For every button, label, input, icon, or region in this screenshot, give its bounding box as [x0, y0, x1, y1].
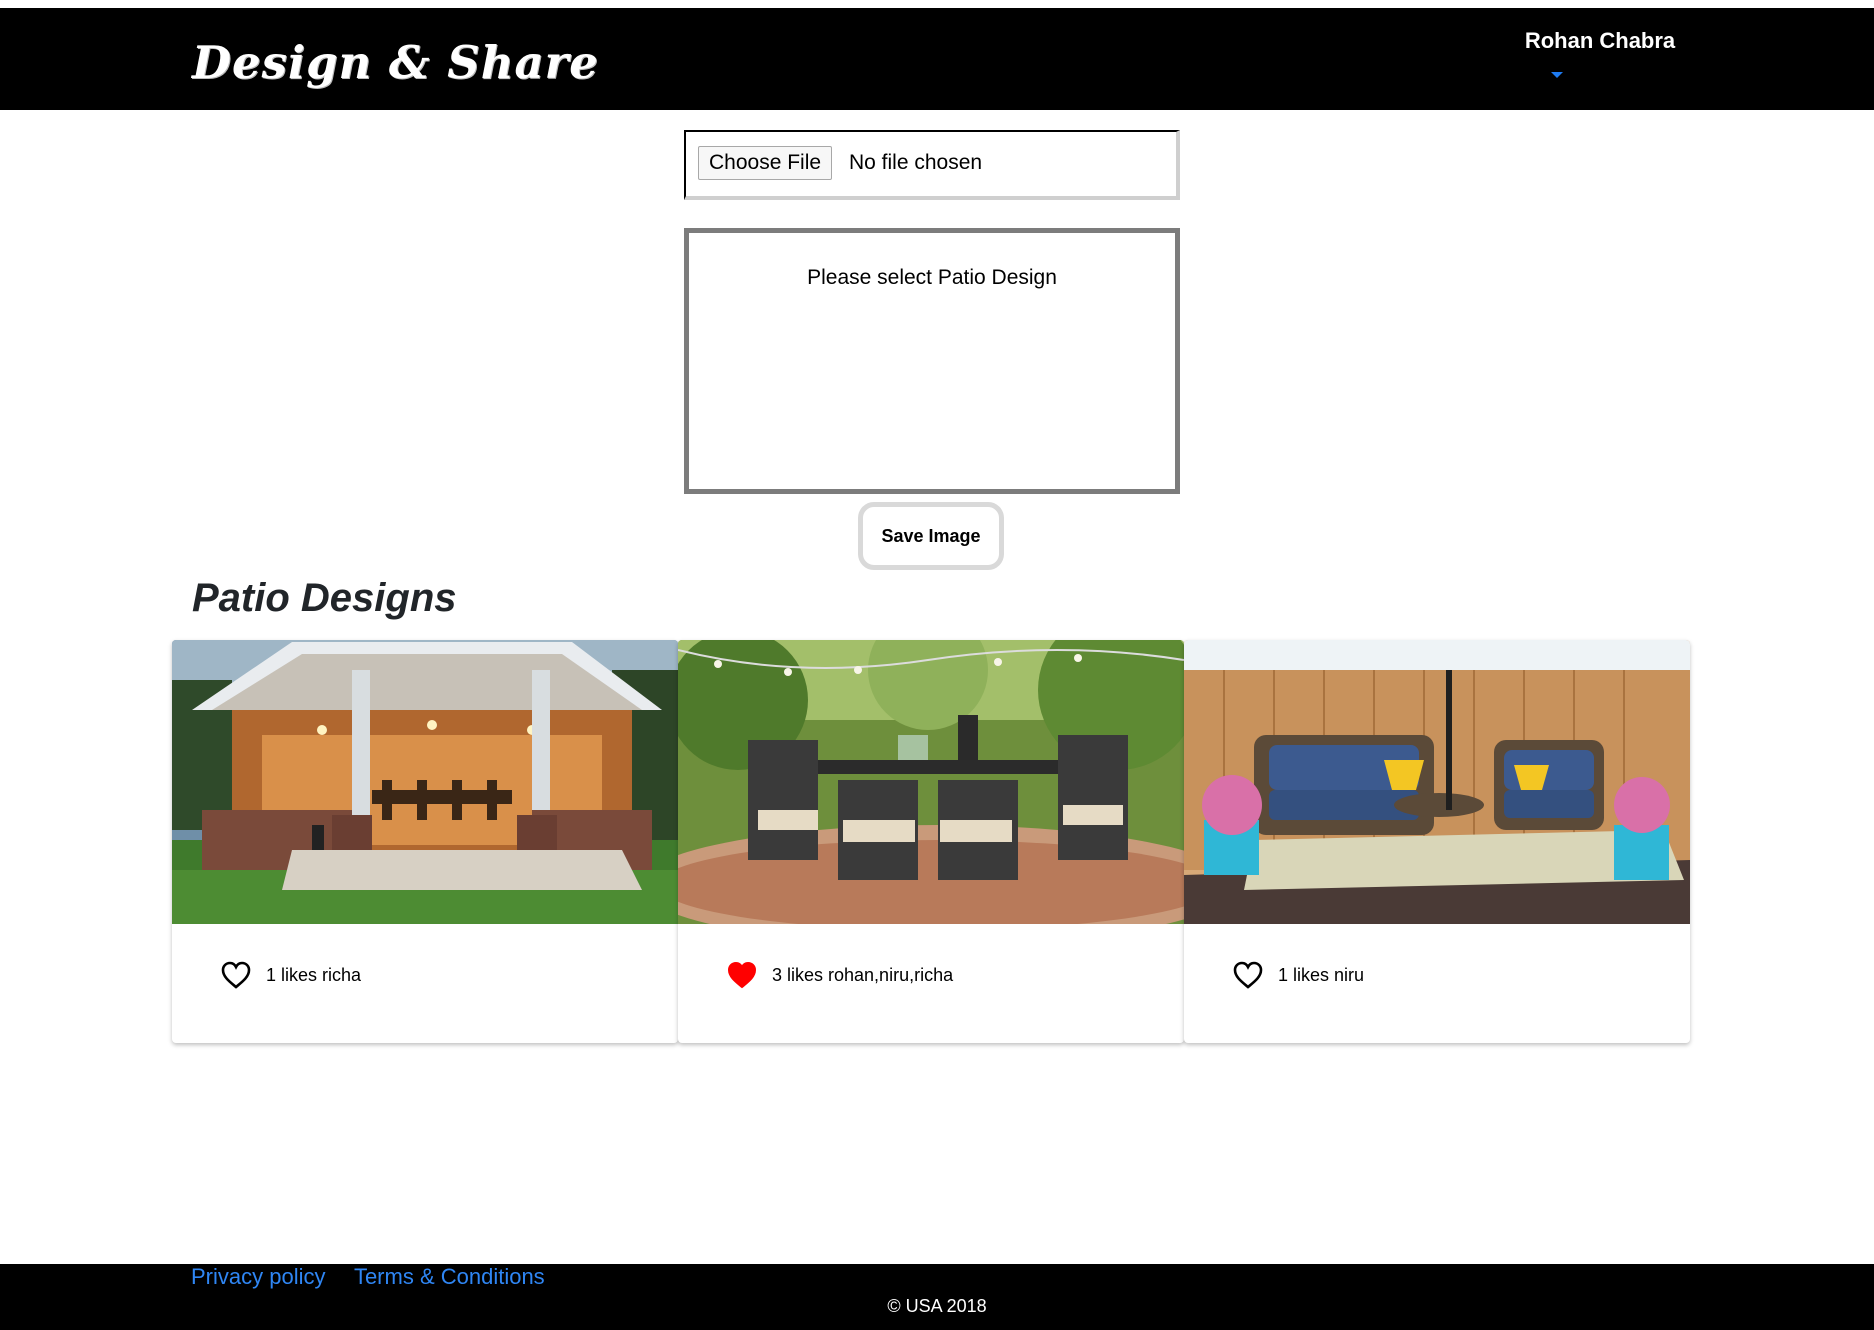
navbar: Design & Share Rohan Chabra: [0, 8, 1874, 110]
card-footer: 1 likes niru: [1232, 960, 1364, 990]
footer-links: Privacy policy Terms & Conditions: [191, 1264, 569, 1290]
section-title: Patio Designs: [192, 576, 457, 620]
choose-file-button[interactable]: Choose File: [698, 146, 833, 180]
card-footer: 1 likes richa: [220, 960, 361, 990]
design-card: 1 likes niru: [1184, 640, 1690, 1043]
patio-image-dining-set[interactable]: [678, 640, 1184, 924]
patio-image-deck-seating[interactable]: [1184, 640, 1690, 924]
image-preview-box: Please select Patio Design: [684, 228, 1180, 494]
copyright-text: © USA 2018: [887, 1296, 987, 1316]
likes-text: 1 likes niru: [1278, 964, 1365, 985]
file-status-text: No file chosen: [849, 151, 983, 174]
dropdown-caret-icon[interactable]: [1551, 72, 1563, 78]
heart-outline-icon[interactable]: [1232, 960, 1264, 990]
user-name[interactable]: Rohan Chabra: [1495, 28, 1705, 54]
footer: Privacy policy Terms & Conditions © USA …: [0, 1264, 1874, 1330]
heart-filled-icon[interactable]: [726, 960, 758, 990]
privacy-policy-link[interactable]: Privacy policy: [191, 1264, 325, 1289]
design-card: 3 likes rohan,niru,richa: [678, 640, 1184, 1043]
terms-conditions-link[interactable]: Terms & Conditions: [354, 1264, 545, 1289]
card-footer: 3 likes rohan,niru,richa: [726, 960, 953, 990]
preview-placeholder-text: Please select Patio Design: [807, 266, 1057, 289]
user-menu[interactable]: Rohan Chabra: [1495, 20, 1705, 83]
design-cards: 1 likes richa 3 likes rohan,niru,richa 1…: [172, 640, 1690, 1043]
save-image-button[interactable]: Save Image: [858, 502, 1004, 570]
likes-text: 3 likes rohan,niru,richa: [772, 964, 954, 985]
likes-text: 1 likes richa: [266, 964, 362, 985]
heart-outline-icon[interactable]: [220, 960, 252, 990]
file-input-box: Choose File No file chosen: [684, 130, 1180, 200]
patio-image-pavilion[interactable]: [172, 640, 678, 924]
design-card: 1 likes richa: [172, 640, 678, 1043]
top-strip: [0, 0, 1874, 8]
brand-logo[interactable]: Design & Share: [192, 36, 599, 89]
